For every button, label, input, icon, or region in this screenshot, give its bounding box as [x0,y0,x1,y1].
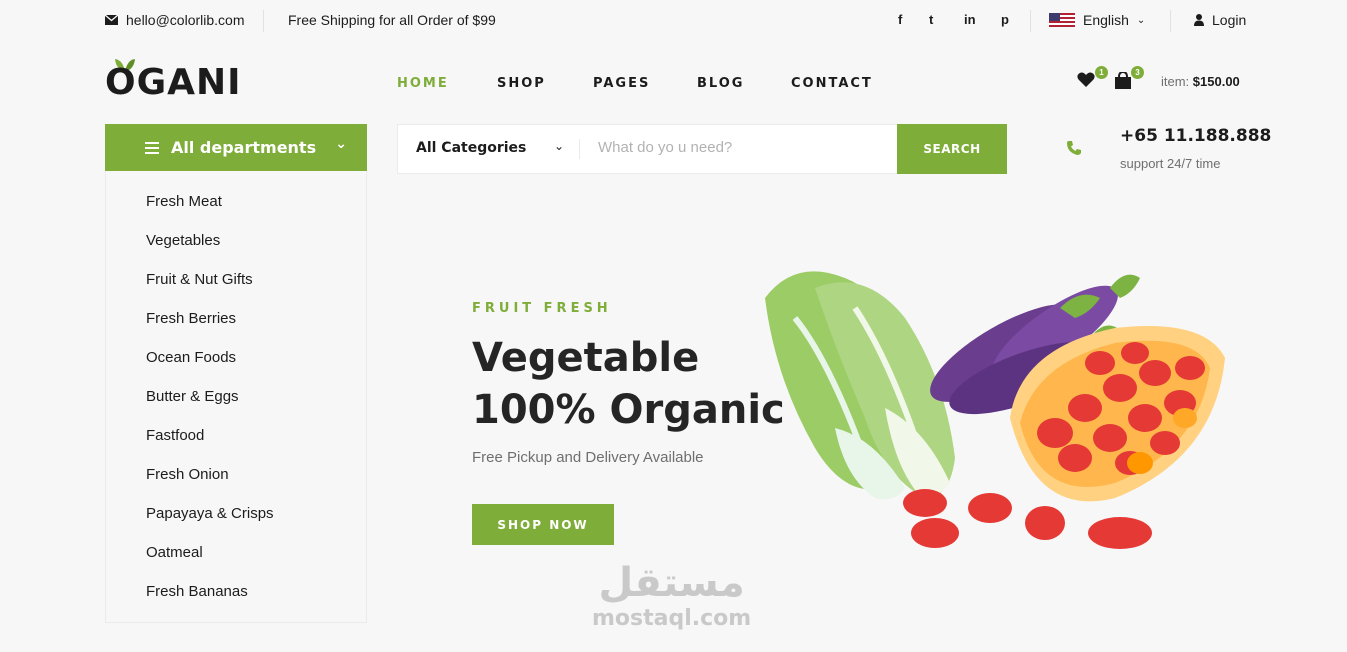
email-contact[interactable]: hello@colorlib.com [105,12,244,28]
watermark-arabic: مستقل [598,560,745,606]
category-select[interactable]: All Categories [416,140,526,156]
facebook-icon[interactable]: f [898,12,902,27]
department-item[interactable]: Fresh Onion [146,466,229,483]
watermark: مستقل mostaql.com [592,560,751,631]
department-item[interactable]: Papayaya & Crisps [146,505,274,522]
search-button[interactable]: SEARCH [897,124,1007,174]
nav-contact[interactable]: CONTACT [791,76,873,91]
user-icon [1194,14,1204,26]
logo[interactable]: OGANI [105,62,242,103]
all-departments-button[interactable]: All departments ⌄ [105,124,367,171]
department-item[interactable]: Vegetables [146,232,220,249]
login-label: Login [1212,12,1247,28]
nav-shop[interactable]: SHOP [497,76,546,91]
language-selector[interactable]: English ⌄ [1049,12,1145,28]
wishlist-button[interactable]: 1 [1077,66,1108,90]
department-item[interactable]: Fastfood [146,427,204,444]
nav-pages[interactable]: PAGES [593,76,650,91]
divider [263,10,264,32]
divider [1170,10,1171,32]
us-flag-icon [1049,13,1075,27]
department-item[interactable]: Butter & Eggs [146,388,239,405]
language-label: English [1083,12,1129,28]
department-item[interactable]: Fresh Meat [146,193,222,210]
cart-button[interactable]: 3 [1114,66,1144,90]
item-label: item: [1161,74,1190,89]
hero-vegetables-image [765,271,1225,549]
department-item[interactable]: Fruit & Nut Gifts [146,271,253,288]
cart-total: item: $150.00 [1161,74,1240,89]
menu-icon [145,142,159,157]
pinterest-icon[interactable]: p [1001,12,1009,27]
shipping-text: Free Shipping for all Order of $99 [288,12,496,28]
email-text: hello@colorlib.com [126,12,245,28]
department-item[interactable]: Fresh Bananas [146,583,248,600]
watermark-latin: mostaql.com [592,606,752,631]
top-bar: hello@colorlib.com Free Shipping for all… [0,0,1347,40]
item-total: $150.00 [1192,74,1240,89]
hero-subtitle: Free Pickup and Delivery Available [472,449,704,466]
department-item[interactable]: Fresh Berries [146,310,236,327]
support-text: support 24/7 time [1120,156,1221,171]
shopping-bag-icon [1115,70,1131,89]
wishlist-count-badge: 1 [1095,66,1108,79]
login-link[interactable]: Login [1194,12,1246,28]
chevron-down-icon: ⌄ [335,136,347,152]
divider [1030,10,1031,32]
heart-icon [1077,72,1095,87]
department-item[interactable]: Oatmeal [146,544,203,561]
phone-icon [1067,141,1081,155]
nav-home[interactable]: HOME [397,76,449,91]
hero-eyebrow: FRUIT FRESH [472,301,612,316]
linkedin-icon[interactable]: in [964,12,976,27]
chevron-down-icon: ⌄ [554,139,565,153]
search-bar: All Categories ⌄ SEARCH [397,124,1007,174]
envelope-icon [105,15,118,25]
cart-count-badge: 3 [1131,66,1144,79]
divider [579,139,580,159]
department-item[interactable]: Ocean Foods [146,349,236,366]
departments-list: Fresh Meat Vegetables Fruit & Nut Gifts … [105,171,367,623]
shipping-notice: Free Shipping for all Order of $99 [288,12,496,28]
departments-title: All departments [171,138,317,157]
twitter-icon[interactable]: t [929,12,933,27]
shop-now-button[interactable]: SHOP NOW [472,504,614,545]
chevron-down-icon: ⌄ [1136,14,1146,26]
phone-number[interactable]: +65 11.188.888 [1120,126,1271,146]
nav-blog[interactable]: BLOG [697,76,744,91]
search-input[interactable] [598,139,878,156]
